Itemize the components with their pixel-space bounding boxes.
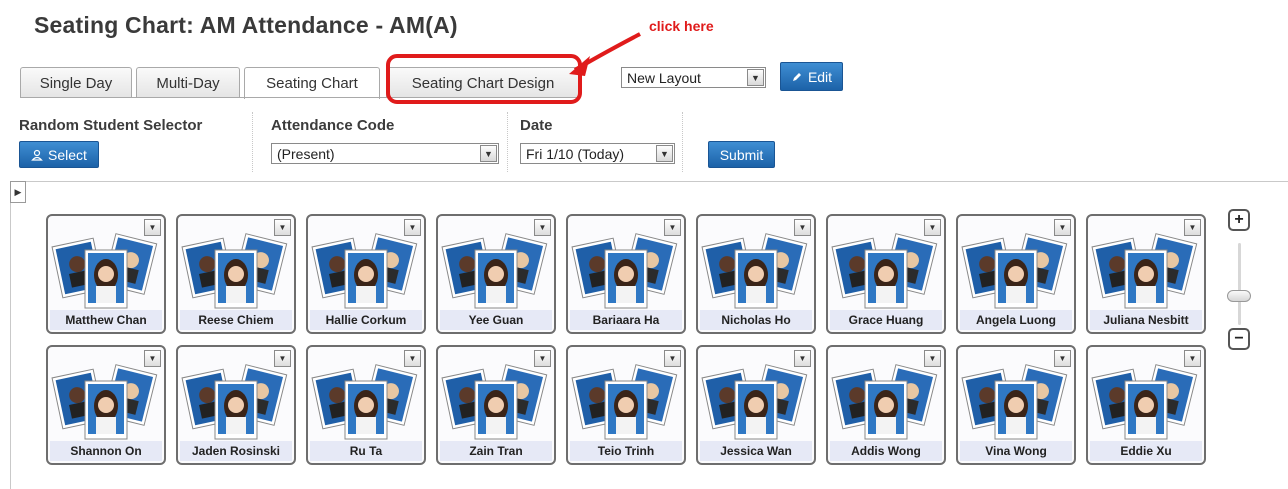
chevron-down-icon: ▼ bbox=[747, 69, 764, 86]
student-card[interactable]: ▼ Jessica Wan bbox=[696, 345, 816, 465]
chevron-down-icon[interactable]: ▼ bbox=[794, 350, 811, 367]
submit-button[interactable]: Submit bbox=[708, 141, 775, 168]
student-name: Shannon On bbox=[50, 441, 162, 461]
select-button-label: Select bbox=[48, 146, 87, 163]
date-select[interactable]: Fri 1/10 (Today) ▼ bbox=[520, 143, 675, 164]
annotation-arrow-shaft bbox=[573, 32, 641, 72]
chevron-down-icon[interactable]: ▼ bbox=[274, 219, 291, 236]
edit-button-label: Edit bbox=[807, 68, 833, 85]
divider bbox=[252, 112, 253, 172]
student-card[interactable]: ▼ Ru Ta bbox=[306, 345, 426, 465]
student-name: Grace Huang bbox=[830, 310, 942, 330]
chevron-down-icon[interactable]: ▼ bbox=[144, 350, 161, 367]
tab-seating-chart-design[interactable]: Seating Chart Design bbox=[386, 67, 580, 98]
zoom-in-button[interactable]: + bbox=[1228, 209, 1250, 231]
chevron-down-icon[interactable]: ▼ bbox=[664, 219, 681, 236]
chevron-down-icon[interactable]: ▼ bbox=[924, 350, 941, 367]
student-card[interactable]: ▼ Hallie Corkum bbox=[306, 214, 426, 334]
student-name: Juliana Nesbitt bbox=[1090, 310, 1202, 330]
chevron-down-icon[interactable]: ▼ bbox=[144, 219, 161, 236]
select-button[interactable]: Select bbox=[19, 141, 99, 168]
layout-select[interactable]: New Layout ▼ bbox=[621, 67, 766, 88]
chevron-down-icon[interactable]: ▼ bbox=[1184, 350, 1201, 367]
student-name: Vina Wong bbox=[960, 441, 1072, 461]
attendance-code-select[interactable]: (Present) ▼ bbox=[271, 143, 499, 164]
chevron-down-icon[interactable]: ▼ bbox=[404, 219, 421, 236]
panel-expand-icon[interactable]: ▶ bbox=[10, 181, 26, 203]
random-selector-label: Random Student Selector bbox=[19, 117, 203, 134]
divider bbox=[682, 112, 683, 172]
student-name: Eddie Xu bbox=[1090, 441, 1202, 461]
student-name: Hallie Corkum bbox=[310, 310, 422, 330]
tab-multi-day[interactable]: Multi-Day bbox=[136, 67, 240, 98]
chevron-down-icon[interactable]: ▼ bbox=[274, 350, 291, 367]
student-card[interactable]: ▼ Nicholas Ho bbox=[696, 214, 816, 334]
student-name: Nicholas Ho bbox=[700, 310, 812, 330]
chevron-down-icon[interactable]: ▼ bbox=[534, 219, 551, 236]
attendance-code-value: (Present) bbox=[277, 145, 335, 162]
chevron-down-icon[interactable]: ▼ bbox=[404, 350, 421, 367]
student-name: Reese Chiem bbox=[180, 310, 292, 330]
chevron-down-icon[interactable]: ▼ bbox=[1054, 350, 1071, 367]
student-card[interactable]: ▼ Zain Tran bbox=[436, 345, 556, 465]
student-card[interactable]: ▼ Shannon On bbox=[46, 345, 166, 465]
chevron-down-icon: ▼ bbox=[480, 145, 497, 162]
tab-divider bbox=[20, 97, 580, 98]
student-card[interactable]: ▼ Matthew Chan bbox=[46, 214, 166, 334]
student-name: Teio Trinh bbox=[570, 441, 682, 461]
student-card[interactable]: ▼ Yee Guan bbox=[436, 214, 556, 334]
tab-seating-chart[interactable]: Seating Chart bbox=[244, 67, 380, 99]
date-label: Date bbox=[520, 117, 553, 134]
user-icon bbox=[31, 149, 43, 161]
chevron-down-icon[interactable]: ▼ bbox=[1184, 219, 1201, 236]
divider bbox=[507, 112, 508, 172]
student-name: Matthew Chan bbox=[50, 310, 162, 330]
tab-single-day[interactable]: Single Day bbox=[20, 67, 132, 98]
zoom-slider-track[interactable] bbox=[1238, 243, 1241, 325]
chevron-down-icon[interactable]: ▼ bbox=[534, 350, 551, 367]
student-card[interactable]: ▼ Jaden Rosinski bbox=[176, 345, 296, 465]
student-card[interactable]: ▼ Eddie Xu bbox=[1086, 345, 1206, 465]
page-title: Seating Chart: AM Attendance - AM(A) bbox=[34, 12, 458, 38]
student-name: Ru Ta bbox=[310, 441, 422, 461]
student-name: Angela Luong bbox=[960, 310, 1072, 330]
edit-button[interactable]: Edit bbox=[780, 62, 843, 91]
layout-select-value: New Layout bbox=[627, 69, 701, 86]
annotation-click-here: click here bbox=[649, 18, 714, 34]
student-card[interactable]: ▼ Grace Huang bbox=[826, 214, 946, 334]
student-name: Addis Wong bbox=[830, 441, 942, 461]
student-card[interactable]: ▼ Angela Luong bbox=[956, 214, 1076, 334]
student-name: Jessica Wan bbox=[700, 441, 812, 461]
zoom-slider-thumb[interactable] bbox=[1227, 290, 1251, 302]
chevron-down-icon: ▼ bbox=[656, 145, 673, 162]
chevron-down-icon[interactable]: ▼ bbox=[794, 219, 811, 236]
student-card[interactable]: ▼ Addis Wong bbox=[826, 345, 946, 465]
student-card[interactable]: ▼ Bariaara Ha bbox=[566, 214, 686, 334]
date-value: Fri 1/10 (Today) bbox=[526, 145, 625, 162]
chevron-down-icon[interactable]: ▼ bbox=[664, 350, 681, 367]
student-name: Bariaara Ha bbox=[570, 310, 682, 330]
attendance-code-label: Attendance Code bbox=[271, 117, 395, 134]
student-card[interactable]: ▼ Teio Trinh bbox=[566, 345, 686, 465]
student-card[interactable]: ▼ Juliana Nesbitt bbox=[1086, 214, 1206, 334]
pencil-icon bbox=[792, 72, 801, 81]
student-card[interactable]: ▼ Vina Wong bbox=[956, 345, 1076, 465]
student-name: Jaden Rosinski bbox=[180, 441, 292, 461]
student-card[interactable]: ▼ Reese Chiem bbox=[176, 214, 296, 334]
chevron-down-icon[interactable]: ▼ bbox=[1054, 219, 1071, 236]
student-name: Yee Guan bbox=[440, 310, 552, 330]
chevron-down-icon[interactable]: ▼ bbox=[924, 219, 941, 236]
zoom-out-button[interactable]: − bbox=[1228, 328, 1250, 350]
student-name: Zain Tran bbox=[440, 441, 552, 461]
